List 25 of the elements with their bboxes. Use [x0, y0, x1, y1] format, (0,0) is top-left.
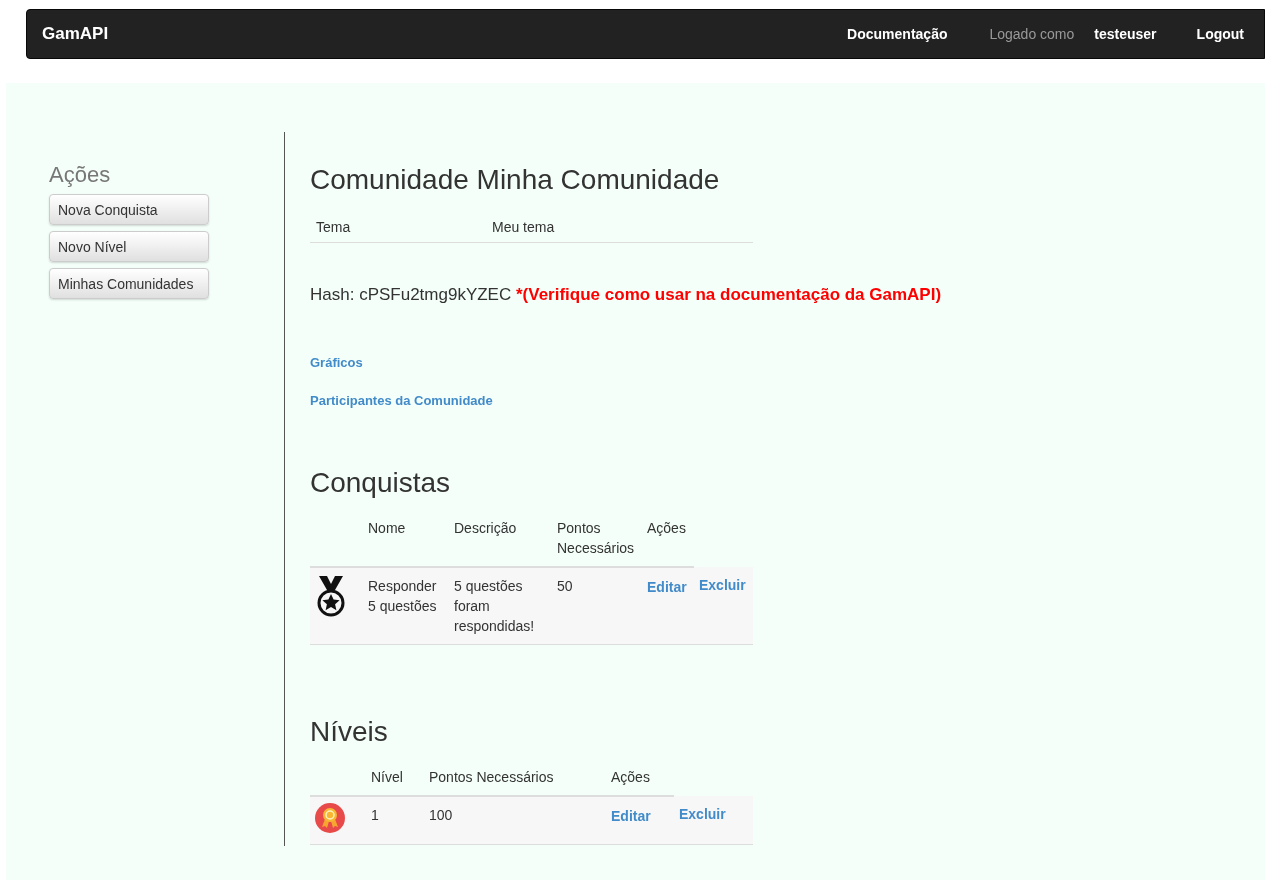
table-cell: 1 — [366, 796, 424, 845]
page-link[interactable]: Gráficos — [310, 355, 363, 370]
section-title: Níveis — [310, 715, 389, 749]
action-button[interactable]: Minhas Comunidades — [49, 268, 209, 299]
logged-in-label: Logado como — [988, 26, 1075, 42]
brand-link[interactable]: GamAPI — [42, 24, 109, 44]
nav-link[interactable]: Documentação — [827, 26, 968, 42]
theme-value: Meu tema — [491, 219, 555, 235]
action-button[interactable]: Novo Nível — [49, 231, 209, 262]
table-cell: 50 — [552, 567, 642, 645]
nav-link[interactable]: Logout — [1176, 26, 1264, 42]
table-cell: 5 questões foram respondidas! — [449, 567, 552, 645]
sidebar-title: Ações — [49, 162, 112, 188]
page-link[interactable]: Participantes da Comunidade — [310, 393, 493, 408]
badge-icon — [315, 803, 345, 833]
hash-note: *(Verifique como usar na documentação da GamAPI) — [516, 285, 942, 304]
theme-label: Tema — [315, 219, 352, 235]
community-title: Comunidade Minha Comunidade — [310, 163, 721, 197]
hash-text: Hash: cPSFu2tmg9kYZEC — [310, 285, 512, 304]
nav-link[interactable]: testeuser — [1074, 26, 1177, 42]
section-title: Conquistas — [310, 466, 452, 500]
medal-icon — [315, 574, 347, 618]
action-button[interactable]: Nova Conquista — [49, 194, 209, 225]
table-cell: 100 — [424, 796, 606, 845]
table-cell: Responder 5 questões — [363, 567, 449, 645]
